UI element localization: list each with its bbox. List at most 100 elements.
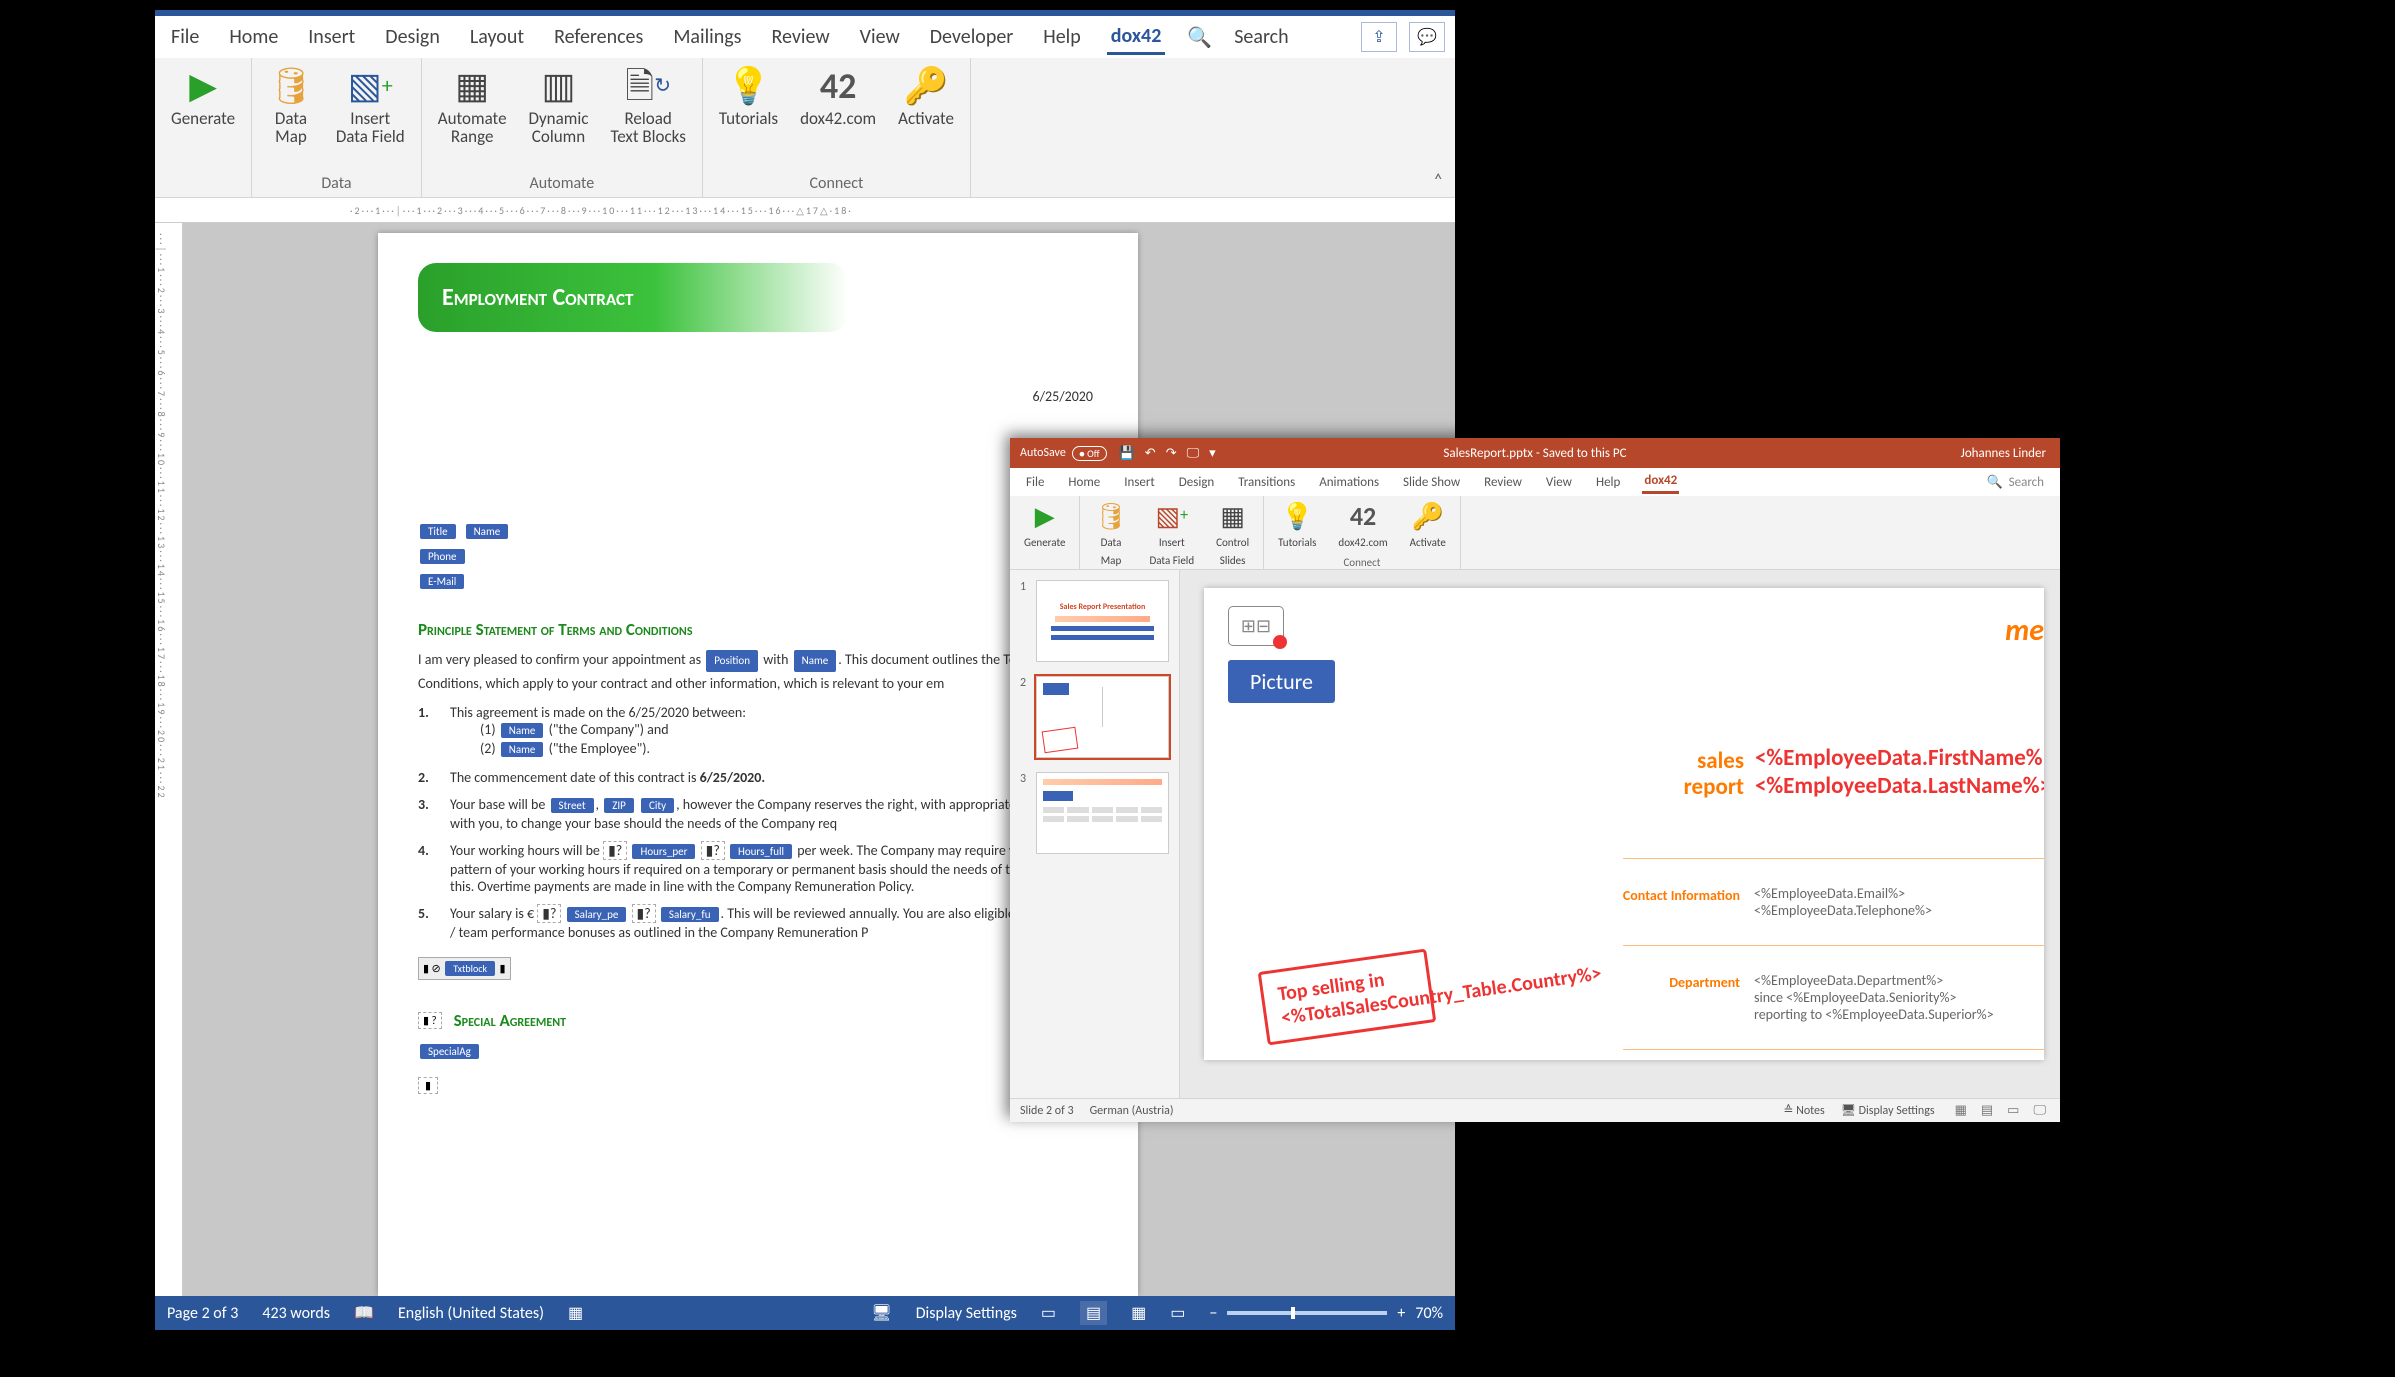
field-street[interactable]: Street	[551, 798, 594, 813]
zoom-out-button[interactable]: −	[1209, 1304, 1217, 1323]
tab-insert[interactable]: Insert	[304, 21, 359, 53]
control-slides-button[interactable]: ▦Control Slides	[1210, 498, 1255, 574]
view-web-icon[interactable]: ▭	[1170, 1303, 1185, 1323]
field-name[interactable]: Name	[466, 524, 509, 539]
tab-developer[interactable]: Developer	[926, 21, 1018, 53]
tab-references[interactable]: References	[550, 21, 647, 53]
share-button[interactable]: ⇪	[1361, 22, 1397, 52]
tab-design[interactable]: Design	[381, 21, 444, 53]
field-salary-pe[interactable]: Salary_pe	[567, 907, 627, 922]
focus-mode-icon[interactable]: ▭	[1041, 1303, 1056, 1323]
tab-home[interactable]: Home	[1066, 472, 1102, 493]
field-employee-name[interactable]: Name	[501, 742, 544, 757]
status-language[interactable]: German (Austria)	[1090, 1104, 1174, 1118]
cond-special[interactable]: ▮ ?	[418, 1012, 442, 1029]
data-map-button[interactable]: 🛢Data Map	[1088, 498, 1133, 574]
macro-icon[interactable]: ▦	[568, 1303, 583, 1323]
qat-more-icon[interactable]: ▾	[1209, 446, 1216, 461]
comments-button[interactable]: 💬	[1409, 22, 1445, 52]
tab-slideshow[interactable]: Slide Show	[1401, 472, 1462, 493]
display-settings-button[interactable]: Display Settings	[916, 1304, 1017, 1323]
search-label[interactable]: Search	[1234, 25, 1288, 49]
tutorials-button[interactable]: 💡Tutorials	[1272, 498, 1322, 556]
cond-mid-1[interactable]: ▮?	[701, 841, 725, 860]
reload-text-blocks-button[interactable]: 🗎↻Reload Text Blocks	[604, 62, 691, 150]
field-company-name[interactable]: Name	[501, 723, 544, 738]
thumbnail-1[interactable]: 1 Sales Report Presentation	[1020, 580, 1169, 662]
tab-animations[interactable]: Animations	[1317, 472, 1381, 493]
collapse-ribbon-button[interactable]: ˄	[1433, 169, 1443, 191]
tutorials-button[interactable]: 💡Tutorials	[713, 62, 784, 132]
tab-help[interactable]: Help	[1594, 472, 1622, 493]
field-name-2[interactable]: Name	[794, 650, 837, 672]
slide-editor[interactable]: ⊞⊟ Picture me sales report <%EmployeeDat…	[1180, 570, 2060, 1098]
generate-button[interactable]: ▶Generate	[1018, 498, 1071, 556]
view-slideshow-icon[interactable]: 🖵	[2029, 1101, 2050, 1120]
thumbnail-2[interactable]: 2	[1020, 676, 1169, 758]
zoom-level[interactable]: 70%	[1415, 1304, 1443, 1323]
text-block-control[interactable]: ▮ ⊘ Txtblock ▮	[418, 957, 511, 980]
automate-range-button[interactable]: ▦Automate Range	[432, 62, 513, 150]
activate-button[interactable]: 🔑Activate	[892, 62, 960, 132]
cond-start-2[interactable]: ▮?	[537, 904, 561, 923]
data-map-button[interactable]: 🛢Data Map	[262, 62, 320, 150]
tab-help[interactable]: Help	[1039, 21, 1085, 53]
field-email[interactable]: E-Mail	[420, 574, 464, 589]
view-normal-icon[interactable]: ▦	[1951, 1101, 1971, 1120]
generate-button[interactable]: ▶Generate	[165, 62, 241, 132]
autosave-toggle[interactable]: AutoSave ● Off	[1020, 446, 1107, 461]
view-print-icon[interactable]: ▦	[1131, 1303, 1146, 1323]
display-settings-icon[interactable]: 🖥	[871, 1303, 891, 1323]
tab-transitions[interactable]: Transitions	[1236, 472, 1297, 493]
field-hours-full[interactable]: Hours_full	[730, 844, 792, 859]
user-name[interactable]: Johannes Linder	[1961, 446, 2046, 461]
field-position[interactable]: Position	[706, 650, 758, 672]
undo-icon[interactable]: ↶	[1145, 446, 1156, 461]
dox42com-button[interactable]: 42dox42.com	[794, 62, 882, 132]
smartart-placeholder-icon[interactable]: ⊞⊟	[1228, 606, 1284, 646]
tab-view[interactable]: View	[856, 21, 904, 53]
tab-dox42[interactable]: dox42	[1642, 470, 1679, 494]
tab-insert[interactable]: Insert	[1122, 472, 1157, 493]
view-read-icon[interactable]: ▤	[1080, 1301, 1107, 1325]
insert-data-field-button[interactable]: ▧+Insert Data Field	[1144, 498, 1201, 574]
current-slide[interactable]: ⊞⊟ Picture me sales report <%EmployeeDat…	[1204, 588, 2044, 1060]
zoom-in-button[interactable]: +	[1397, 1304, 1405, 1323]
status-language[interactable]: English (United States)	[398, 1304, 544, 1323]
activate-button[interactable]: 🔑Activate	[1404, 498, 1452, 556]
status-page[interactable]: Page 2 of 3	[167, 1304, 238, 1323]
tab-file[interactable]: File	[1024, 472, 1046, 493]
tab-home[interactable]: Home	[225, 21, 282, 53]
slide-thumbnails[interactable]: 1 Sales Report Presentation 2 3	[1010, 570, 1180, 1098]
dynamic-column-button[interactable]: ▥Dynamic Column	[523, 62, 595, 150]
insert-data-field-button[interactable]: ▧+Insert Data Field	[330, 62, 411, 150]
horizontal-ruler[interactable]: ·2···1···│···1···2···3···4···5···6···7··…	[155, 198, 1455, 223]
dox42com-button[interactable]: 42dox42.com	[1332, 498, 1393, 556]
status-slide[interactable]: Slide 2 of 3	[1020, 1104, 1074, 1118]
notes-button[interactable]: ≙ Notes	[1783, 1103, 1824, 1118]
vertical-ruler[interactable]: ···│···1···2···3···4···5···6···7···8···9…	[155, 223, 183, 1296]
cond-end[interactable]: ▮	[418, 1077, 438, 1094]
zoom-slider[interactable]	[1227, 1311, 1387, 1315]
tab-file[interactable]: File	[167, 21, 203, 53]
field-title[interactable]: Title	[420, 524, 456, 539]
thumbnail-3[interactable]: 3	[1020, 772, 1169, 854]
field-specialag[interactable]: SpecialAg	[420, 1044, 479, 1059]
field-hours-per[interactable]: Hours_per	[632, 844, 695, 859]
field-city[interactable]: City	[641, 798, 674, 813]
tab-view[interactable]: View	[1544, 472, 1574, 493]
field-zip[interactable]: ZIP	[604, 798, 634, 813]
status-words[interactable]: 423 words	[262, 1304, 330, 1323]
tab-review[interactable]: Review	[768, 21, 834, 53]
view-sorter-icon[interactable]: ▤	[1977, 1101, 1997, 1120]
save-icon[interactable]: 💾	[1119, 446, 1135, 461]
display-settings-button[interactable]: 🖥 Display Settings	[1841, 1103, 1935, 1118]
tab-layout[interactable]: Layout	[466, 21, 528, 53]
cond-mid-2[interactable]: ▮?	[632, 904, 656, 923]
view-reading-icon[interactable]: ▭	[2003, 1101, 2023, 1120]
tab-dox42[interactable]: dox42	[1107, 20, 1166, 55]
redo-icon[interactable]: ↷	[1166, 446, 1177, 461]
tab-mailings[interactable]: Mailings	[669, 21, 745, 53]
cond-start-1[interactable]: ▮?	[603, 841, 627, 860]
spellcheck-icon[interactable]: 📖	[354, 1303, 374, 1323]
